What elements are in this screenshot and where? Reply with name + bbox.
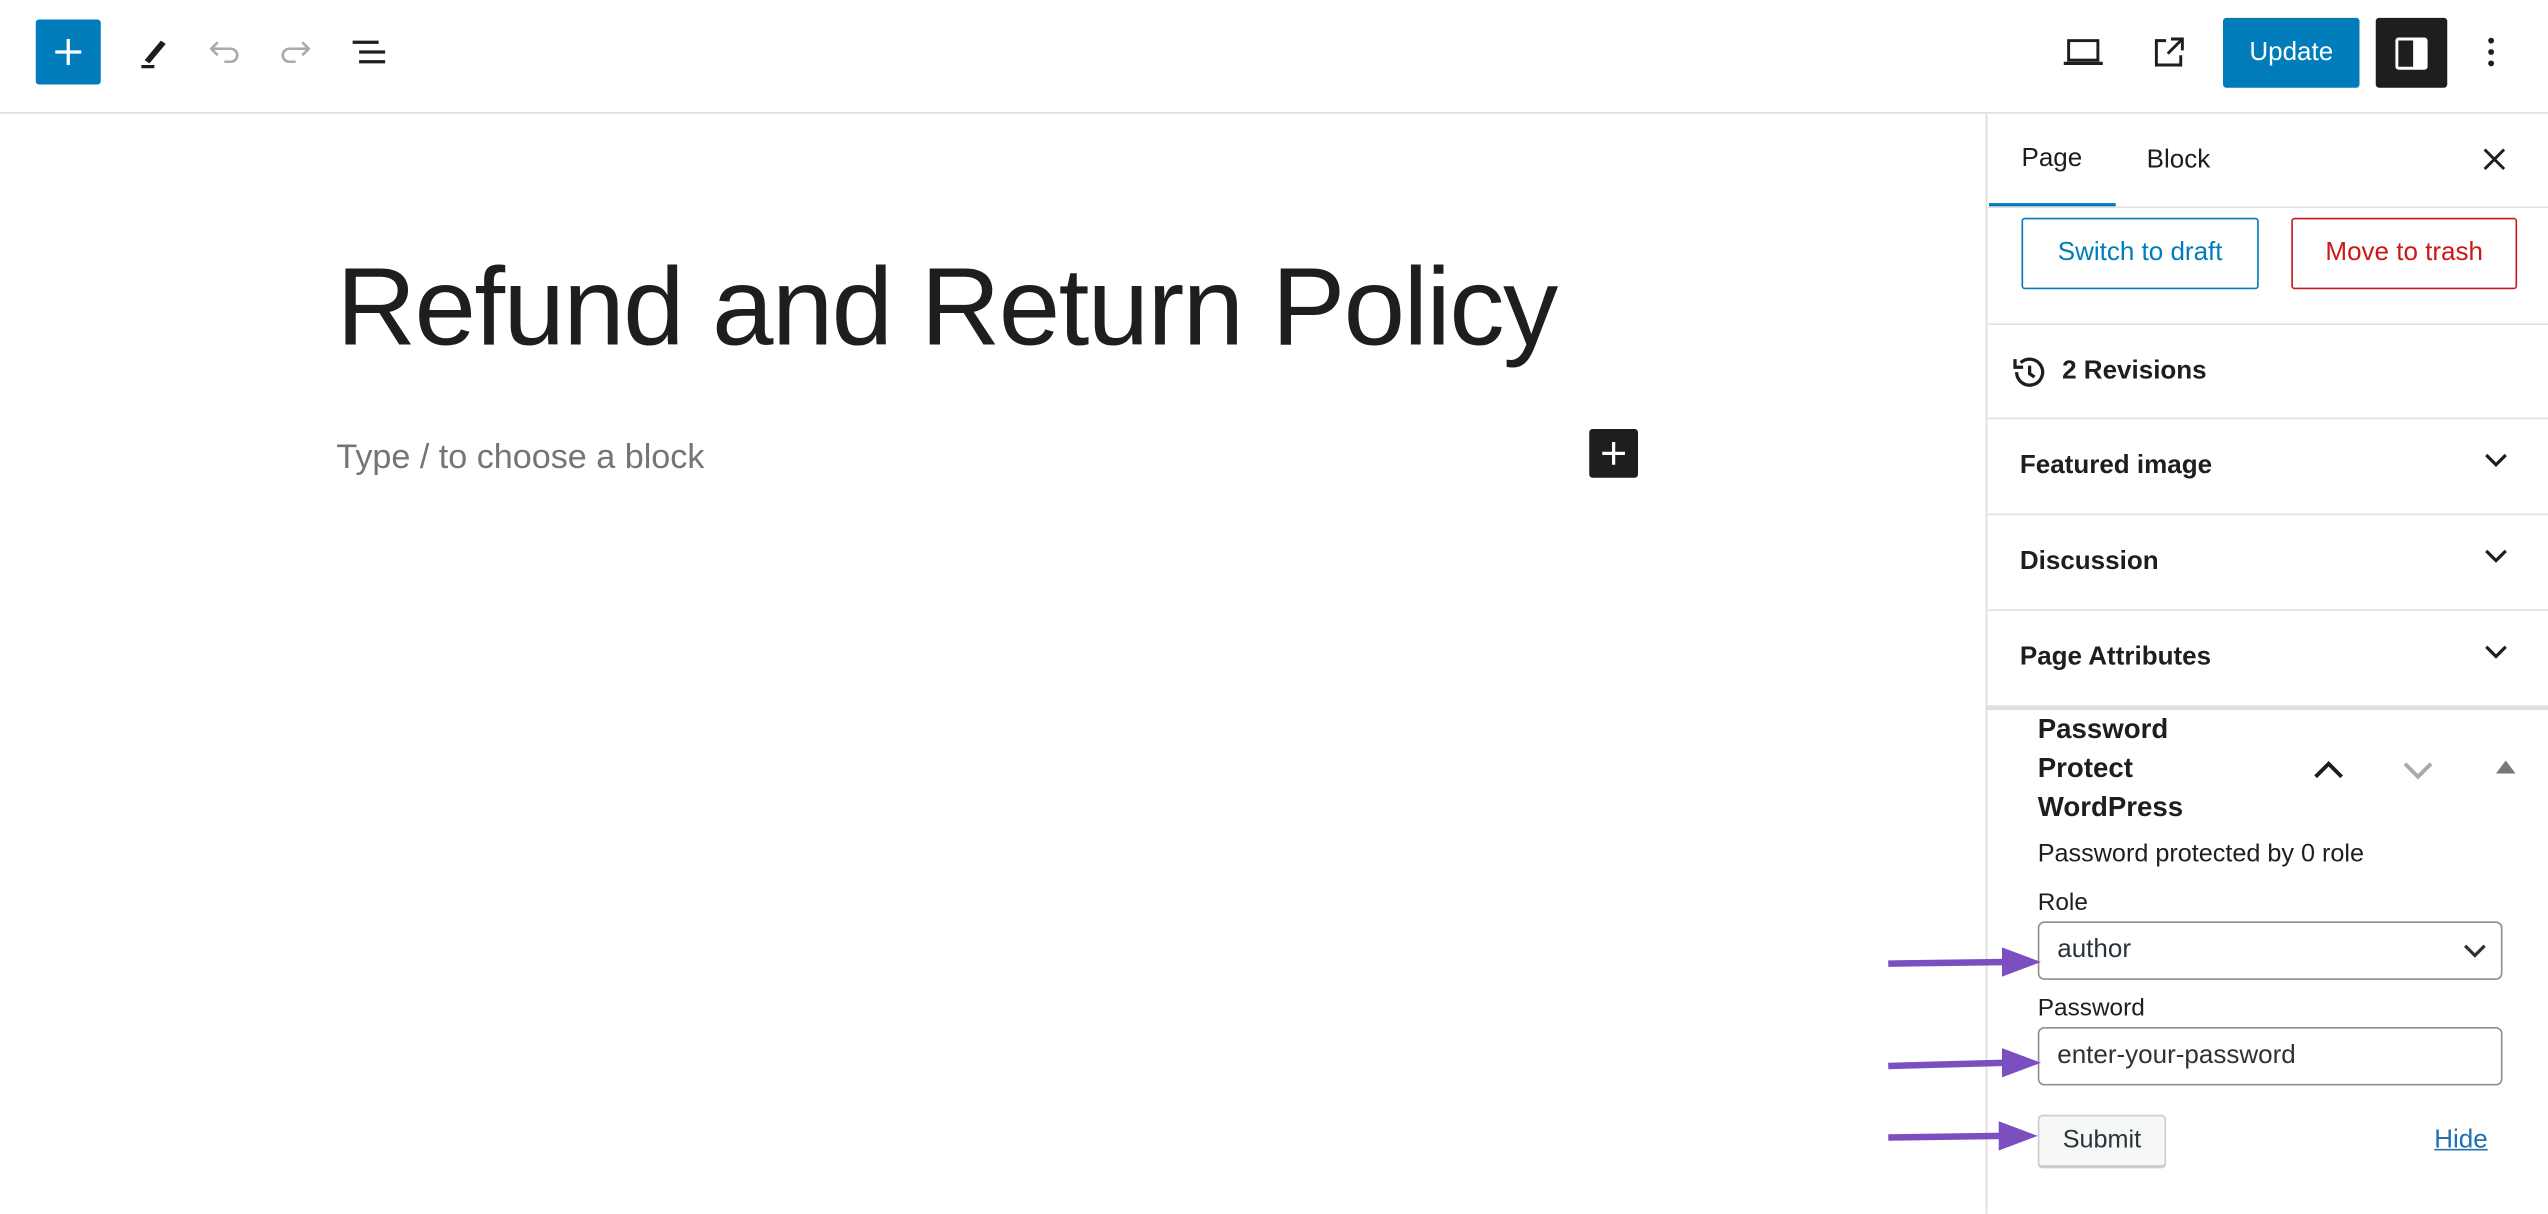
preview-button[interactable] — [2057, 29, 2109, 75]
role-select[interactable]: author — [2037, 921, 2503, 980]
revisions-label: 2 Revisions — [2062, 357, 2207, 386]
more-options-button[interactable] — [2473, 29, 2509, 75]
list-view-button[interactable] — [345, 29, 394, 75]
move-up-icon[interactable] — [2312, 759, 2345, 782]
panel-page-attributes[interactable]: Page Attributes — [1987, 609, 2548, 705]
role-value: author — [2057, 936, 2131, 964]
panel-title: Featured image — [2019, 451, 2213, 480]
undo-button[interactable] — [202, 29, 248, 75]
top-toolbar: Update — [0, 0, 2548, 114]
chevron-down-icon — [2463, 944, 2486, 958]
chevron-down-icon — [2485, 549, 2507, 563]
protection-status: Password protected by 0 role — [2037, 840, 2364, 868]
panel-featured-image[interactable]: Featured image — [1987, 417, 2548, 514]
metabox-title: Password Protect WordPress — [2038, 710, 2183, 827]
plus-icon — [1602, 442, 1625, 465]
undo-icon — [209, 41, 239, 64]
redo-icon — [281, 41, 311, 64]
move-down-icon[interactable] — [2402, 759, 2435, 782]
panel-title: Page Attributes — [2019, 643, 2212, 672]
external-link-icon — [2154, 37, 2184, 67]
list-view-icon — [352, 40, 386, 64]
panel-discussion[interactable]: Discussion — [1987, 513, 2548, 610]
chevron-down-icon — [2485, 645, 2507, 659]
sidebar-toggle-icon — [2395, 36, 2428, 69]
move-to-trash-button[interactable]: Move to trash — [2291, 217, 2518, 290]
laptop-preview-icon — [2063, 39, 2103, 65]
collapse-triangle-icon[interactable] — [2496, 759, 2516, 775]
title-line: WordPress — [2037, 791, 2184, 823]
role-label: Role — [2037, 888, 2088, 917]
annotation-arrow-icon — [1888, 958, 2007, 967]
redo-button[interactable] — [273, 29, 319, 75]
page-title[interactable]: Refund and Return Policy — [336, 244, 1558, 371]
close-icon — [2483, 148, 2506, 171]
settings-sidebar: Page Block Switch to draft Move to trash… — [1985, 113, 2548, 1214]
annotation-arrow-icon — [1888, 1059, 2007, 1070]
plus-icon — [55, 39, 82, 65]
block-placeholder[interactable]: Type / to choose a block — [336, 439, 704, 478]
inline-add-block-button[interactable] — [1589, 429, 1638, 478]
title-line: Protect — [2037, 752, 2133, 784]
revisions-row[interactable]: 2 Revisions — [1987, 323, 2548, 419]
annotation-arrows — [1888, 947, 2041, 1151]
panel-title: Discussion — [2019, 547, 2159, 576]
switch-to-draft-button[interactable]: Switch to draft — [2021, 217, 2259, 290]
annotation-arrow-icon — [1888, 1132, 2004, 1141]
settings-sidebar-toggle[interactable] — [2375, 17, 2448, 88]
tabs-divider — [1987, 206, 2548, 208]
tab-block[interactable]: Block — [2147, 114, 2211, 207]
password-protect-metabox: Password Protect WordPress Password prot… — [1987, 705, 2548, 1169]
title-line: Password — [2037, 713, 2169, 745]
more-options-icon — [2488, 37, 2495, 67]
history-icon — [2013, 357, 2045, 387]
submit-button[interactable]: Submit — [2037, 1114, 2167, 1169]
tab-page[interactable]: Page — [1989, 114, 2116, 207]
pen-icon — [141, 40, 166, 69]
view-page-button[interactable] — [2145, 29, 2194, 75]
update-button[interactable]: Update — [2223, 17, 2360, 88]
password-label: Password — [2037, 994, 2145, 1023]
password-input[interactable]: enter-your-password — [2037, 1027, 2503, 1086]
add-block-button[interactable] — [35, 19, 101, 85]
hide-link[interactable]: Hide — [2434, 1126, 2487, 1155]
tools-button[interactable] — [130, 29, 176, 75]
chevron-down-icon — [2485, 453, 2507, 468]
close-sidebar-button[interactable] — [2475, 140, 2514, 179]
